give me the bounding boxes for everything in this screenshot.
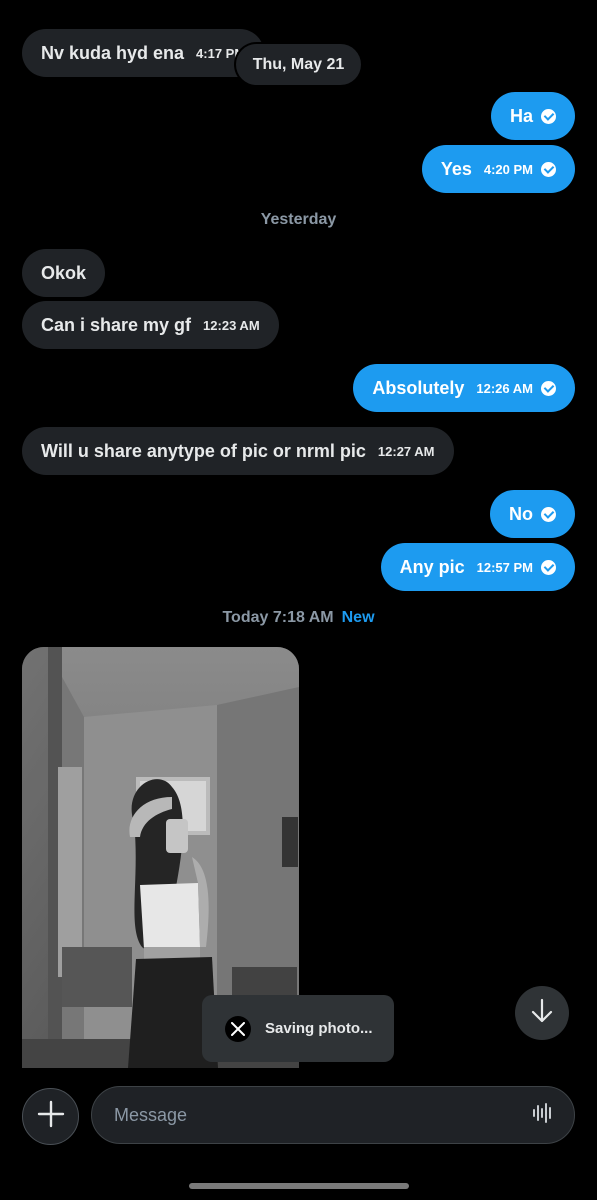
message-text: Ha: [509, 105, 533, 126]
scroll-to-bottom-button[interactable]: [515, 986, 569, 1040]
waveform-icon[interactable]: [532, 1101, 554, 1130]
message-time: 12:26 AM: [476, 380, 533, 396]
date-chip: Thu, May 21: [236, 44, 361, 85]
home-indicator: [189, 1183, 409, 1189]
message-text: Okok: [41, 262, 87, 283]
check-circle-icon: [541, 161, 556, 177]
message-time: 12:57 PM: [476, 559, 533, 575]
plus-icon: [37, 1100, 65, 1133]
check-circle-icon: [541, 108, 556, 124]
message-text: Absolutely: [372, 377, 465, 398]
today-label: Today 7:18 AM: [222, 609, 334, 626]
message-bubble-outgoing[interactable]: Ha: [490, 92, 575, 140]
message-bubble-outgoing[interactable]: Absolutely 12:26 AM: [353, 364, 575, 412]
message-time: 12:23 AM: [203, 317, 260, 333]
new-label: New: [341, 609, 375, 626]
message-time: 4:20 PM: [483, 161, 533, 177]
message-input[interactable]: [112, 1103, 532, 1127]
message-text: No: [509, 503, 533, 524]
day-separator: Yesterday: [260, 211, 337, 228]
message-composer: [91, 1086, 575, 1144]
message-bubble-incoming[interactable]: Can i share my gf 12:23 AM: [22, 301, 279, 349]
message-bubble-incoming[interactable]: Will u share anytype of pic or nrml pic …: [22, 427, 454, 475]
message-text: Yes: [440, 158, 472, 179]
message-time: 12:27 AM: [377, 443, 435, 459]
arrow-down-icon: [530, 998, 554, 1029]
check-circle-icon: [541, 506, 556, 522]
message-text: Will u share anytype of pic or nrml pic: [41, 440, 366, 461]
message-bubble-outgoing[interactable]: Yes 4:20 PM: [421, 145, 575, 193]
check-circle-icon: [541, 559, 556, 575]
saving-toast: Saving photo...: [202, 995, 394, 1062]
x-logo-icon: [225, 1015, 251, 1042]
message-text: Can i share my gf: [41, 314, 192, 335]
message-bubble-incoming[interactable]: Nv kuda hyd ena 4:17 PM: [22, 29, 265, 77]
toast-text: Saving photo...: [265, 1020, 373, 1037]
day-separator: Today 7:18 AM New: [0, 609, 597, 627]
message-bubble-incoming[interactable]: Okok: [22, 249, 106, 297]
message-text: Nv kuda hyd ena: [41, 42, 185, 63]
add-attachment-button[interactable]: [22, 1088, 79, 1145]
check-circle-icon: [541, 380, 556, 396]
message-text: Any pic: [399, 556, 465, 577]
message-bubble-outgoing[interactable]: Any pic 12:57 PM: [380, 543, 575, 591]
message-bubble-outgoing[interactable]: No: [490, 490, 575, 538]
